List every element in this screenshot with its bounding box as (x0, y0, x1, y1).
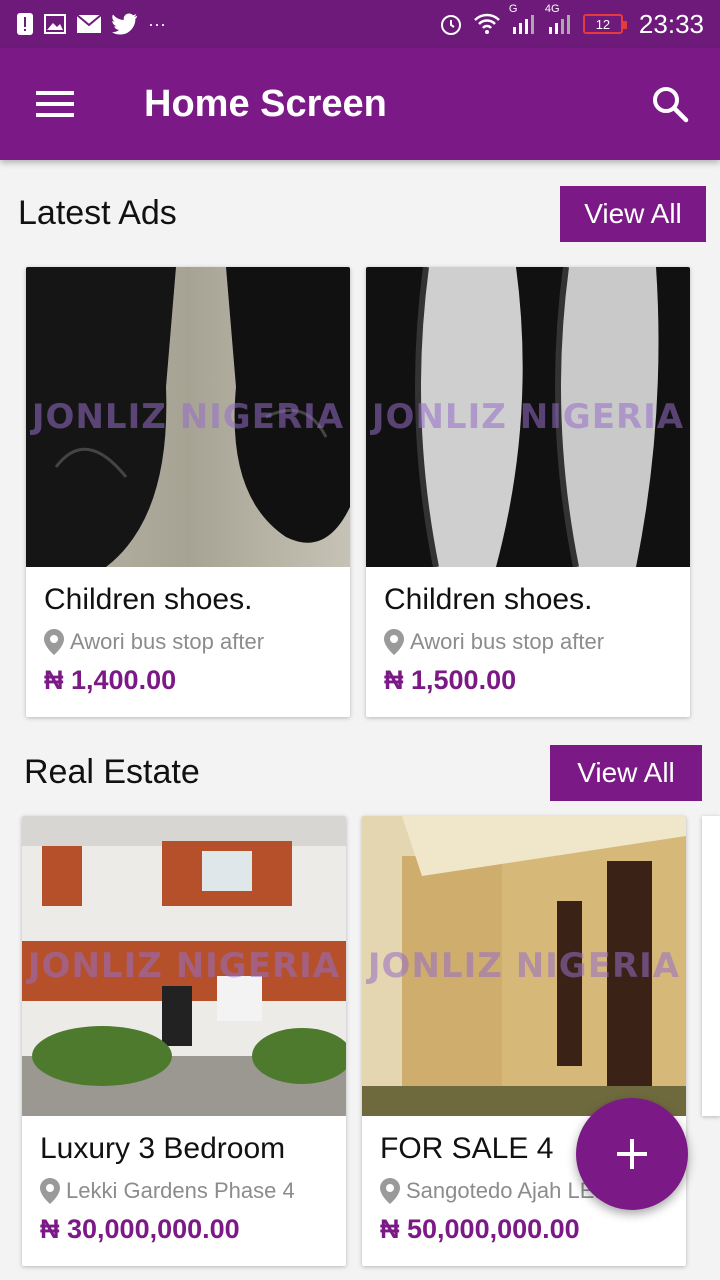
mail-icon (76, 14, 102, 34)
status-bar: ··· G 4G 12 23:33 (0, 0, 720, 48)
signal-1-icon: G (509, 3, 537, 35)
ad-image: JONLIZ NIGERIA (366, 267, 690, 567)
location-pin-icon (44, 629, 64, 655)
status-time: 23:33 (638, 8, 704, 39)
status-notifications: ··· (16, 12, 166, 36)
battery-level: 12 (595, 16, 611, 32)
view-all-latest-ads-button[interactable]: View All (560, 186, 706, 242)
ad-watermark: JONLIZ NIGERIA (371, 397, 685, 437)
add-ad-button[interactable] (576, 1098, 688, 1210)
wifi-icon (473, 13, 501, 35)
ad-watermark: JONLIZ NIGERIA (27, 946, 341, 986)
alarm-icon (439, 12, 463, 36)
location-pin-icon (40, 1178, 60, 1204)
menu-button[interactable] (0, 48, 112, 160)
page-title: Home Screen (144, 82, 387, 125)
search-icon (653, 87, 689, 123)
ad-location: Awori bus stop after (384, 629, 672, 655)
ad-title: Luxury 3 Bedroom (40, 1132, 286, 1165)
battery-icon: 12 (582, 14, 627, 34)
signal-1-label: G (508, 3, 518, 15)
status-system: G 4G 12 23:33 (439, 3, 704, 40)
twitter-icon (112, 13, 138, 35)
ad-image: JONLIZ NIGERIA (362, 816, 686, 1116)
ad-watermark: JONLIZ NIGERIA (367, 946, 681, 986)
ad-location-text: Lekki Gardens Phase 4 (66, 1178, 295, 1203)
section-title-latest-ads: Latest Ads (18, 194, 177, 232)
ad-location-text: Sangotedo Ajah LEI (406, 1178, 601, 1203)
section-title-real-estate: Real Estate (24, 753, 200, 791)
location-pin-icon (380, 1178, 400, 1204)
signal-2-icon: 4G (545, 3, 573, 35)
ad-card[interactable]: JONLIZ NIGERIA Children shoes. Awori bus… (26, 267, 350, 717)
ad-watermark: JONLIZ NIGERIA (31, 397, 345, 437)
ad-price: ₦ 1,500.00 (384, 665, 517, 695)
image-icon (44, 14, 66, 34)
ad-card[interactable]: JONLIZ NIGERIA Luxury 3 Bedroom Lekki Ga… (22, 816, 346, 1266)
more-notifications-icon: ··· (148, 13, 166, 34)
plus-icon (617, 1139, 647, 1169)
view-all-real-estate-button[interactable]: View All (550, 745, 702, 801)
ad-location-text: Awori bus stop after (410, 629, 605, 654)
ad-title: Children shoes. (384, 583, 593, 616)
location-pin-icon (384, 629, 404, 655)
ad-price: ₦ 1,400.00 (44, 665, 177, 695)
ad-card[interactable]: JONLIZ NIGERIA Children shoes. Awori bus… (366, 267, 690, 717)
hamburger-menu-icon (36, 91, 74, 117)
alert-icon (16, 12, 34, 36)
next-card-peek[interactable] (702, 816, 720, 1116)
ad-image: JONLIZ NIGERIA (22, 816, 346, 1116)
ad-location-text: Awori bus stop after (70, 629, 265, 654)
ad-price: ₦ 50,000,000.00 (380, 1214, 580, 1244)
ad-title: Children shoes. (44, 583, 253, 616)
ad-location: Awori bus stop after (44, 629, 332, 655)
app-bar: Home Screen (0, 48, 720, 160)
search-button[interactable] (620, 48, 720, 160)
ad-location: Lekki Gardens Phase 4 (40, 1178, 328, 1204)
ad-image: JONLIZ NIGERIA (26, 267, 350, 567)
ad-price: ₦ 30,000,000.00 (40, 1214, 240, 1244)
signal-2-label: 4G (544, 3, 560, 15)
